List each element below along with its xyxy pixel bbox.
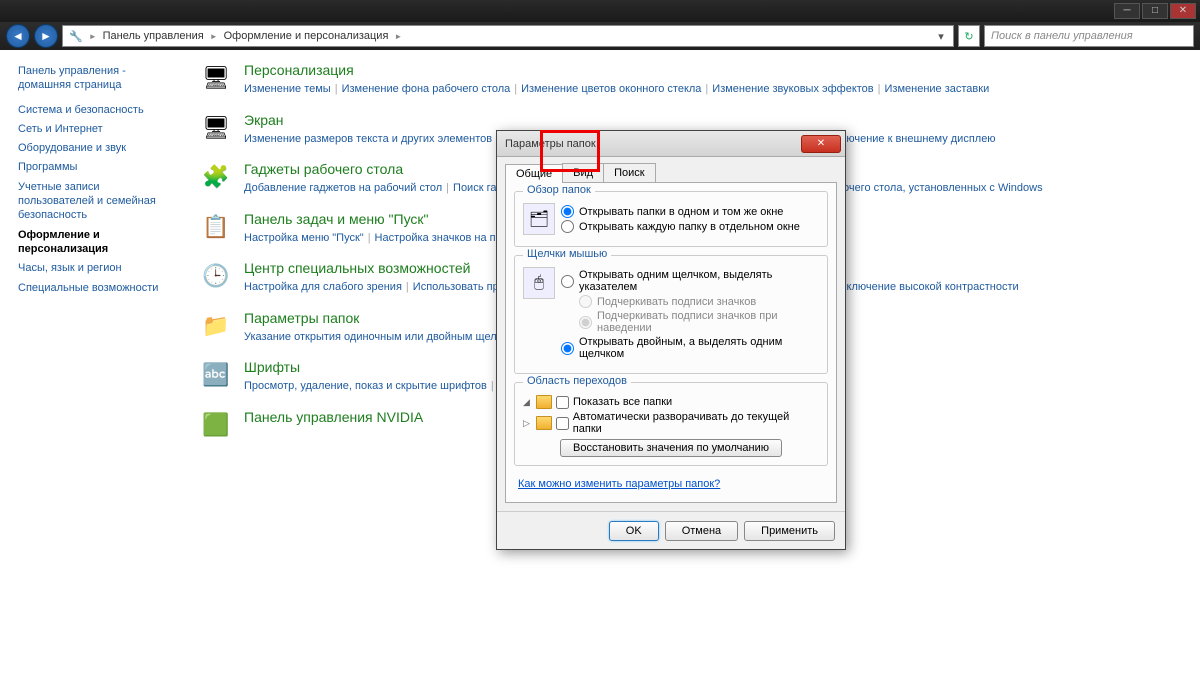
address-dropdown-icon[interactable]: ▾ (935, 30, 947, 43)
sidebar: Панель управления - домашняя страница Си… (0, 50, 180, 675)
check-label: Показать все папки (573, 396, 672, 408)
check-auto-expand[interactable] (556, 417, 569, 430)
link-separator: | (878, 83, 881, 95)
check-show-all-folders[interactable] (556, 396, 569, 409)
tab-search[interactable]: Поиск (603, 163, 655, 182)
radio-same-window[interactable]: Открывать папки в одном и том же окне (561, 205, 819, 218)
refresh-button[interactable]: ↻ (958, 25, 980, 47)
ok-button[interactable]: OK (609, 521, 659, 541)
folder-icon (536, 395, 552, 409)
tab-view[interactable]: Вид (562, 163, 604, 182)
sidebar-item[interactable]: Оформление и персонализация (18, 228, 174, 257)
category-icon: 🕒 (200, 260, 232, 292)
folder-options-dialog: Параметры папок ✕ Общие Вид Поиск Обзор … (496, 130, 846, 550)
category: 🖥ПерсонализацияИзменение темы|Изменение … (200, 62, 1180, 98)
group-label: Щелчки мышью (523, 248, 611, 260)
category-icon: 🧩 (200, 161, 232, 193)
sidebar-item[interactable]: Оборудование и звук (18, 141, 174, 155)
radio-new-window[interactable]: Открывать каждую папку в отдельном окне (561, 220, 819, 233)
sidebar-item[interactable]: Специальные возможности (18, 281, 174, 295)
link-separator: | (335, 83, 338, 95)
tree-expand-icon[interactable]: ▷ (523, 418, 532, 429)
dialog-tabs: Общие Вид Поиск (505, 163, 837, 183)
category-link[interactable]: Изменение фона рабочего стола (342, 83, 511, 95)
link-separator: | (705, 83, 708, 95)
category-link[interactable]: Настройка меню "Пуск" (244, 232, 364, 244)
category-link[interactable]: Изменение заставки (885, 83, 990, 95)
category-link[interactable]: Настройка для слабого зрения (244, 281, 402, 293)
link-separator: | (368, 232, 371, 244)
dialog-titlebar[interactable]: Параметры папок ✕ (497, 131, 845, 157)
maximize-button[interactable]: □ (1142, 3, 1168, 19)
radio-underline-hover: Подчеркивать подписи значков при наведен… (579, 310, 819, 334)
sidebar-item[interactable]: Программы (18, 160, 174, 174)
category-title[interactable]: Персонализация (244, 62, 1180, 78)
check-label: Автоматически разворачивать до текущей п… (573, 411, 819, 435)
category-link[interactable]: Добавление гаджетов на рабочий стол (244, 182, 442, 194)
crumb-root[interactable]: Панель управления (103, 30, 204, 42)
address-bar: ◄ ► 🔧 ► Панель управления ► Оформление и… (0, 22, 1200, 50)
apply-button[interactable]: Применить (744, 521, 835, 541)
category-icon: 🟩 (200, 409, 232, 441)
category-icon: 📁 (200, 310, 232, 342)
dialog-close-button[interactable]: ✕ (801, 135, 841, 153)
radio-single-click[interactable]: Открывать одним щелчком, выделять указат… (561, 269, 819, 293)
category-title[interactable]: Экран (244, 112, 1180, 128)
category-link[interactable]: Указание открытия одиночным или двойным … (244, 331, 521, 343)
sidebar-item[interactable]: Учетные записи пользователей и семейная … (18, 180, 174, 223)
control-panel-icon: 🔧 (69, 30, 83, 43)
link-separator: | (514, 83, 517, 95)
tab-content-general: Обзор папок 🗂 Открывать папки в одном и … (505, 183, 837, 503)
cancel-button[interactable]: Отмена (665, 521, 738, 541)
tree-row[interactable]: ◢ Показать все папки (523, 395, 819, 409)
category-icon: 🖥 (200, 112, 232, 144)
tree-expand-icon[interactable]: ◢ (523, 397, 532, 408)
close-button[interactable]: ✕ (1170, 3, 1196, 19)
group-click-items: Щелчки мышью 🖱 Открывать одним щелчком, … (514, 255, 828, 374)
search-input[interactable]: Поиск в панели управления (984, 25, 1194, 47)
category-link[interactable]: Включение высокой контрастности (839, 281, 1019, 293)
tab-general[interactable]: Общие (505, 164, 563, 183)
help-link[interactable]: Как можно изменить параметры папок? (518, 478, 828, 490)
radio-underline-always: Подчеркивать подписи значков (579, 295, 819, 308)
group-navigation-pane: Область переходов ◢ Показать все папки ▷… (514, 382, 828, 466)
sidebar-item[interactable]: Часы, язык и регион (18, 261, 174, 275)
breadcrumb-sep: ► (89, 32, 97, 41)
group-label: Обзор папок (523, 184, 595, 196)
folder-icon (536, 416, 552, 430)
group-label: Область переходов (523, 375, 631, 387)
link-separator: | (446, 182, 449, 194)
tree-row[interactable]: ▷ Автоматически разворачивать до текущей… (523, 411, 819, 435)
crumb-sub[interactable]: Оформление и персонализация (224, 30, 389, 42)
window-titlebar: ─ □ ✕ (0, 0, 1200, 22)
breadcrumb[interactable]: 🔧 ► Панель управления ► Оформление и пер… (62, 25, 954, 47)
back-button[interactable]: ◄ (6, 24, 30, 48)
dialog-title: Параметры папок (505, 138, 596, 150)
group-browse-folders: Обзор папок 🗂 Открывать папки в одном и … (514, 191, 828, 247)
category-link[interactable]: Изменение звуковых эффектов (712, 83, 873, 95)
restore-defaults-button[interactable]: Восстановить значения по умолчанию (560, 439, 782, 457)
category-link[interactable]: Изменение размеров текста и других элеме… (244, 133, 492, 145)
search-placeholder: Поиск в панели управления (991, 30, 1133, 42)
breadcrumb-sep: ► (394, 32, 402, 41)
forward-button[interactable]: ► (34, 24, 58, 48)
breadcrumb-sep: ► (210, 32, 218, 41)
browse-folders-icon: 🗂 (523, 203, 555, 235)
radio-double-click[interactable]: Открывать двойным, а выделять одним щелч… (561, 336, 819, 360)
link-separator: | (491, 380, 494, 392)
category-icon: 📋 (200, 211, 232, 243)
sidebar-item[interactable]: Сеть и Интернет (18, 122, 174, 136)
category-link[interactable]: Изменение темы (244, 83, 331, 95)
sidebar-item[interactable]: Система и безопасность (18, 103, 174, 117)
minimize-button[interactable]: ─ (1114, 3, 1140, 19)
category-link[interactable]: Изменение цветов оконного стекла (521, 83, 701, 95)
category-icon: 🔤 (200, 359, 232, 391)
category-link[interactable]: Просмотр, удаление, показ и скрытие шриф… (244, 380, 487, 392)
sidebar-home[interactable]: Панель управления - домашняя страница (18, 64, 174, 93)
link-separator: | (406, 281, 409, 293)
click-icon: 🖱 (523, 267, 555, 299)
dialog-button-row: OK Отмена Применить (497, 511, 845, 549)
category-links: Изменение темы|Изменение фона рабочего с… (244, 81, 1180, 98)
category-icon: 🖥 (200, 62, 232, 94)
